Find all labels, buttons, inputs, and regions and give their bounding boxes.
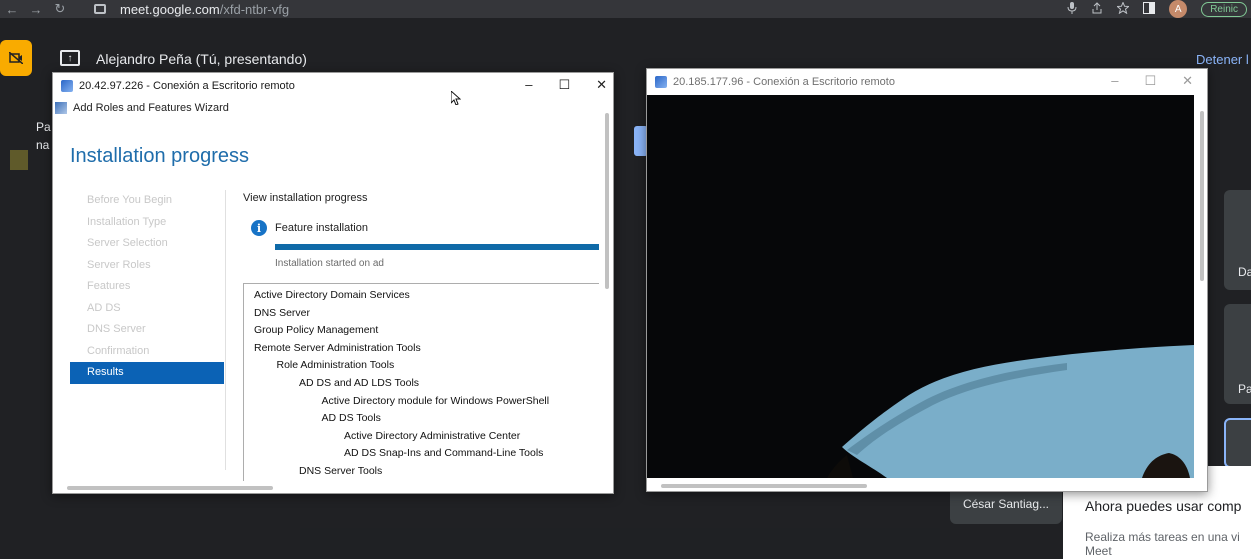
reload-icon[interactable]: ↻	[48, 1, 72, 17]
wizard-step-features[interactable]: Features	[70, 276, 224, 298]
browser-toolbar: ← → ↻ meet.google.com /xfd-ntbr-vfg A Re…	[0, 0, 1251, 18]
close-icon[interactable]: ✕	[1182, 73, 1193, 89]
feature-list-item: Active Directory Administrative Center	[344, 429, 521, 442]
left-panel-thumbnail	[10, 150, 28, 170]
divider	[225, 190, 226, 470]
meet-controls-bar	[300, 528, 940, 559]
wizard-step-installation-type[interactable]: Installation Type	[70, 212, 224, 234]
profile-avatar[interactable]: A	[1169, 0, 1188, 18]
installation-progress-bar	[275, 244, 599, 250]
feature-list-item: AD DS Tools	[321, 412, 381, 425]
wizard-step-results[interactable]: Results	[70, 362, 224, 384]
url-host: meet.google.com	[120, 1, 220, 17]
wizard-titlebar: Add Roles and Features Wizard	[53, 99, 613, 117]
feature-list-item: AD DS Snap-Ins and Command-Line Tools	[344, 447, 544, 460]
section-label: View installation progress	[243, 192, 368, 204]
window-title: 20.42.97.226 - Conexión a Escritorio rem…	[79, 80, 295, 92]
remote-desktop-icon	[61, 80, 73, 92]
vertical-scrollbar[interactable]	[1200, 111, 1204, 281]
stop-presenting-button[interactable]: Detener l	[1196, 52, 1249, 67]
minimize-icon[interactable]: –	[525, 77, 532, 93]
sidepanel-icon[interactable]	[1143, 1, 1156, 17]
wizard-step-confirmation[interactable]: Confirmation	[70, 341, 224, 363]
feature-installation-label: Feature installation	[275, 222, 368, 234]
present-screen-icon: ↑	[60, 50, 80, 66]
feature-list-item: DNS Server Tools	[299, 464, 383, 477]
presenter-name: Alejandro Peña (Tú, presentando)	[96, 51, 307, 67]
maximize-icon[interactable]: ☐	[558, 77, 570, 93]
window-title: 20.185.177.96 - Conexión a Escritorio re…	[673, 76, 895, 88]
maximize-icon[interactable]: ☐	[1144, 73, 1156, 89]
lock-icon[interactable]	[94, 4, 106, 14]
minimize-icon[interactable]: –	[1111, 73, 1118, 89]
mouse-cursor-icon	[450, 89, 462, 108]
share-icon[interactable]	[1091, 1, 1103, 17]
feature-list-item: AD DS and AD LDS Tools	[299, 376, 420, 389]
notification-body: Realiza más tareas en una vi	[1085, 530, 1240, 544]
participant-tile-active[interactable]	[1224, 418, 1251, 468]
remote-desktop-icon	[655, 76, 667, 88]
wizard-step-dns-server[interactable]: DNS Server	[70, 319, 224, 341]
url-path: /xfd-ntbr-vfg	[219, 1, 290, 17]
camera-off-icon[interactable]	[0, 40, 32, 76]
close-icon[interactable]: ✕	[596, 77, 607, 93]
vertical-scrollbar[interactable]	[605, 113, 609, 289]
left-panel-text-2: na	[36, 138, 50, 152]
wizard-title: Add Roles and Features Wizard	[73, 102, 229, 114]
feature-list-item: Remote Server Administration Tools	[254, 341, 421, 354]
feature-list-item: Active Directory module for Windows Powe…	[321, 394, 550, 407]
back-icon[interactable]: ←	[0, 2, 24, 17]
progress-fill	[275, 244, 599, 250]
installation-status: Installation started on ad	[275, 258, 384, 269]
mic-icon[interactable]	[1067, 1, 1077, 17]
notification-body-2: Meet	[1085, 544, 1112, 558]
wizard-step-before-you-begin[interactable]: Before You Begin	[70, 190, 224, 212]
wizard-steps: Before You Begin Installation Type Server …	[70, 190, 224, 384]
info-icon: i	[251, 220, 267, 236]
notification-title: Ahora puedes usar comp	[1085, 498, 1242, 514]
participant-tile-label: Pa	[1238, 382, 1251, 396]
page-title: Installation progress	[70, 145, 249, 167]
feature-list-item: Active Directory Domain Services	[254, 289, 410, 301]
remote-desktop-screen[interactable]	[647, 95, 1194, 478]
feature-list-item: Group Policy Management	[254, 324, 379, 337]
remote-desktop-window-1[interactable]: 20.42.97.226 - Conexión a Escritorio rem…	[52, 72, 614, 494]
wizard-step-ad-ds[interactable]: AD DS	[70, 298, 224, 320]
wizard-step-server-roles[interactable]: Server Roles	[70, 255, 224, 277]
feature-list: Active Directory Domain Services DNS Serv…	[243, 283, 599, 481]
server-manager-icon	[55, 102, 67, 114]
participant-tile-label: Da	[1238, 265, 1251, 279]
address-bar[interactable]: meet.google.com /xfd-ntbr-vfg	[84, 0, 1044, 18]
feature-list-item: DNS Server	[254, 306, 311, 319]
wizard-step-server-selection[interactable]: Server Selection	[70, 233, 224, 255]
feature-list-item: Role Administration Tools	[276, 359, 395, 372]
forward-icon[interactable]: →	[24, 2, 48, 17]
desktop-wallpaper	[647, 95, 1194, 478]
restart-button[interactable]: Reinic	[1201, 1, 1247, 17]
horizontal-scrollbar[interactable]	[661, 484, 867, 488]
left-panel-text: Pa	[36, 120, 51, 134]
star-icon[interactable]	[1116, 0, 1131, 17]
remote-desktop-window-2[interactable]: 20.185.177.96 - Conexión a Escritorio re…	[646, 68, 1208, 492]
horizontal-scrollbar[interactable]	[67, 486, 273, 490]
